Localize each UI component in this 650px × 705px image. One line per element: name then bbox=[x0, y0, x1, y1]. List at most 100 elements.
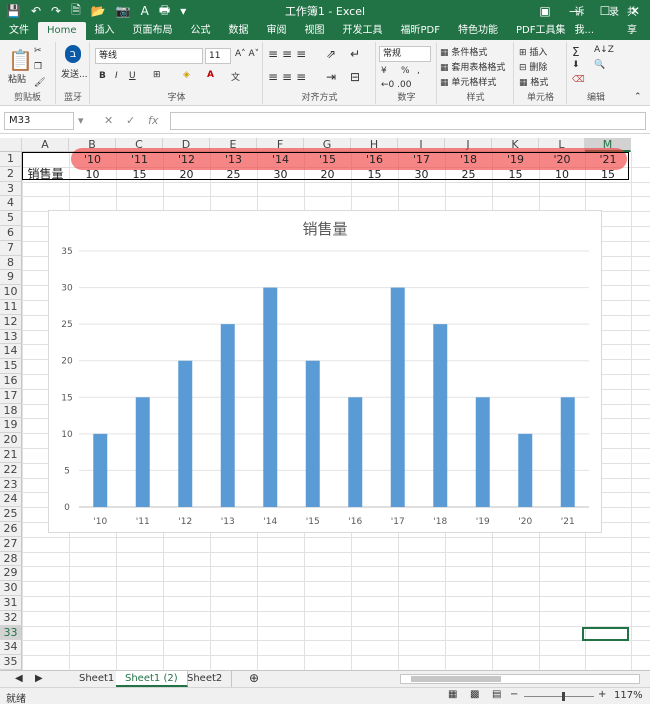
row-header-6[interactable]: 6 bbox=[0, 226, 22, 241]
bold-button[interactable]: B bbox=[99, 71, 106, 81]
scrollbar-thumb[interactable] bbox=[411, 676, 501, 682]
row-header-11[interactable]: 11 bbox=[0, 300, 22, 315]
row-header-9[interactable]: 9 bbox=[0, 270, 22, 286]
send-button[interactable]: 发送... bbox=[61, 67, 88, 80]
row-header-14[interactable]: 14 bbox=[0, 344, 22, 360]
cell-h2[interactable]: 15 bbox=[351, 168, 398, 181]
cell-styles-button[interactable]: ▦ 单元格样式 bbox=[440, 75, 496, 88]
italic-button[interactable]: I bbox=[115, 71, 118, 81]
cell-b2[interactable]: 10 bbox=[69, 168, 116, 181]
row-header-16[interactable]: 16 bbox=[0, 374, 22, 389]
tab-view[interactable]: 视图 bbox=[296, 22, 334, 40]
ribbon-display-icon[interactable]: ▣ bbox=[530, 0, 560, 22]
collapse-ribbon-icon[interactable]: ⌃ bbox=[634, 92, 642, 102]
row-header-29[interactable]: 29 bbox=[0, 566, 22, 582]
cell-l1[interactable]: '20 bbox=[539, 153, 585, 166]
cell-j2[interactable]: 25 bbox=[445, 168, 492, 181]
row-header-8[interactable]: 8 bbox=[0, 255, 22, 271]
border-icon[interactable]: ⊞ bbox=[153, 70, 161, 80]
zoom-slider[interactable] bbox=[524, 692, 594, 701]
find-icon[interactable]: 🔍 bbox=[594, 60, 605, 70]
row-header-30[interactable]: 30 bbox=[0, 581, 22, 596]
select-all-corner[interactable] bbox=[0, 138, 22, 152]
row-header-27[interactable]: 27 bbox=[0, 536, 22, 552]
bluetooth-icon[interactable]: ב bbox=[65, 45, 81, 63]
save-icon[interactable]: 💾 bbox=[6, 4, 21, 18]
format-as-table-button[interactable]: ▦ 套用表格格式 bbox=[440, 60, 505, 73]
merge-icon[interactable]: ⊟ bbox=[350, 70, 360, 84]
name-box-dropdown-icon[interactable]: ▾ bbox=[78, 114, 84, 127]
row-header-31[interactable]: 31 bbox=[0, 596, 22, 611]
redo-icon[interactable]: ↷ bbox=[51, 4, 61, 18]
column-header-a[interactable]: A bbox=[22, 138, 69, 152]
percent-button[interactable]: % bbox=[401, 66, 410, 76]
fill-color-icon[interactable]: ◈ bbox=[183, 70, 190, 80]
row-header-2[interactable]: 2 bbox=[0, 166, 22, 182]
row-header-22[interactable]: 22 bbox=[0, 462, 22, 478]
font-size-select[interactable]: 11 bbox=[205, 48, 231, 64]
worksheet-grid[interactable]: ABCDEFGHIJKLM 1 2 3 4 5 6 7 8 9 10 11 12 13 14 15 16 17 1… bbox=[0, 138, 650, 670]
cell-j1[interactable]: '18 bbox=[445, 153, 492, 166]
share-button[interactable]: 👤 共享 bbox=[627, 0, 644, 40]
row-header-33[interactable]: 33 bbox=[0, 625, 22, 641]
row-header-32[interactable]: 32 bbox=[0, 610, 22, 626]
cell-a2[interactable]: 销售量 bbox=[22, 167, 69, 181]
tab-pdf-tools[interactable]: PDF工具集 bbox=[507, 22, 574, 40]
row-header-12[interactable]: 12 bbox=[0, 314, 22, 330]
cell-h1[interactable]: '16 bbox=[351, 153, 398, 166]
indent-icon[interactable]: ⇥ bbox=[326, 70, 336, 84]
paste-icon[interactable]: 📋 bbox=[8, 48, 33, 72]
tab-insert[interactable]: 插入 bbox=[86, 22, 124, 40]
vertical-align-icons[interactable]: ≡≡≡ bbox=[268, 47, 310, 61]
row-header-26[interactable]: 26 bbox=[0, 522, 22, 537]
tab-formulas[interactable]: 公式 bbox=[182, 22, 220, 40]
sheet-tab-3[interactable]: Sheet2 bbox=[178, 671, 233, 687]
delete-cells-button[interactable]: ⊟ 删除 bbox=[519, 60, 547, 73]
zoom-level[interactable]: 117% bbox=[614, 690, 643, 701]
row-header-21[interactable]: 21 bbox=[0, 448, 22, 463]
row-header-24[interactable]: 24 bbox=[0, 492, 22, 508]
format-cells-button[interactable]: ▦ 格式 bbox=[519, 75, 548, 88]
copy-icon[interactable]: ❐ bbox=[34, 62, 42, 72]
cell-m1[interactable]: '21 bbox=[585, 153, 631, 166]
fill-icon[interactable]: ⬇ bbox=[572, 60, 580, 70]
row-header-15[interactable]: 15 bbox=[0, 359, 22, 374]
camera-icon[interactable]: 📷 bbox=[116, 4, 131, 18]
row-header-19[interactable]: 19 bbox=[0, 418, 22, 434]
page-layout-icon[interactable]: ▩ bbox=[470, 689, 479, 700]
formula-input[interactable] bbox=[170, 112, 646, 130]
currency-icon[interactable]: ¥ bbox=[381, 66, 387, 76]
cell-l2[interactable]: 10 bbox=[539, 168, 585, 181]
sort-filter-icon[interactable]: A↓Z bbox=[594, 45, 614, 55]
font-name-select[interactable]: 等线 bbox=[95, 48, 203, 64]
tab-page-layout[interactable]: 页面布局 bbox=[124, 22, 182, 40]
font-color-icon[interactable]: A bbox=[141, 4, 149, 18]
autosum-icon[interactable]: Σ bbox=[572, 45, 580, 59]
paste-button[interactable]: 粘贴 bbox=[8, 72, 26, 85]
wrap-text-icon[interactable]: ↵ bbox=[350, 47, 360, 61]
tell-me-input[interactable]: 💡 告诉我... bbox=[575, 0, 601, 40]
name-box[interactable]: M33 bbox=[4, 112, 74, 130]
cell-f1[interactable]: '14 bbox=[257, 153, 304, 166]
new-file-icon[interactable]: 🗎 bbox=[71, 1, 81, 22]
phonetic-icon[interactable]: 文 bbox=[231, 70, 240, 83]
row-header-13[interactable]: 13 bbox=[0, 329, 22, 345]
orientation-icon[interactable]: ⇗ bbox=[326, 47, 336, 61]
row-header-18[interactable]: 18 bbox=[0, 403, 22, 419]
login-link[interactable]: 登录 bbox=[609, 0, 619, 40]
cell-e2[interactable]: 25 bbox=[210, 168, 257, 181]
grow-font-icon[interactable]: A˄ A˅ bbox=[235, 49, 259, 59]
tab-home[interactable]: Home bbox=[38, 22, 86, 40]
row-header-10[interactable]: 10 bbox=[0, 285, 22, 300]
row-header-7[interactable]: 7 bbox=[0, 240, 22, 256]
undo-icon[interactable]: ↶ bbox=[31, 4, 41, 18]
horizontal-align-icons[interactable]: ≡≡≡ bbox=[268, 70, 310, 84]
customize-toolbar-icon[interactable]: ▾ bbox=[180, 4, 186, 18]
decimal-icons[interactable]: ←0 .00 bbox=[381, 80, 411, 90]
number-format-select[interactable]: 常规 bbox=[379, 46, 431, 62]
tab-review[interactable]: 审阅 bbox=[258, 22, 296, 40]
cell-b1[interactable]: '10 bbox=[69, 153, 116, 166]
clear-icon[interactable]: ⌫ bbox=[572, 75, 585, 85]
cell-g2[interactable]: 20 bbox=[304, 168, 351, 181]
row-header-25[interactable]: 25 bbox=[0, 507, 22, 522]
